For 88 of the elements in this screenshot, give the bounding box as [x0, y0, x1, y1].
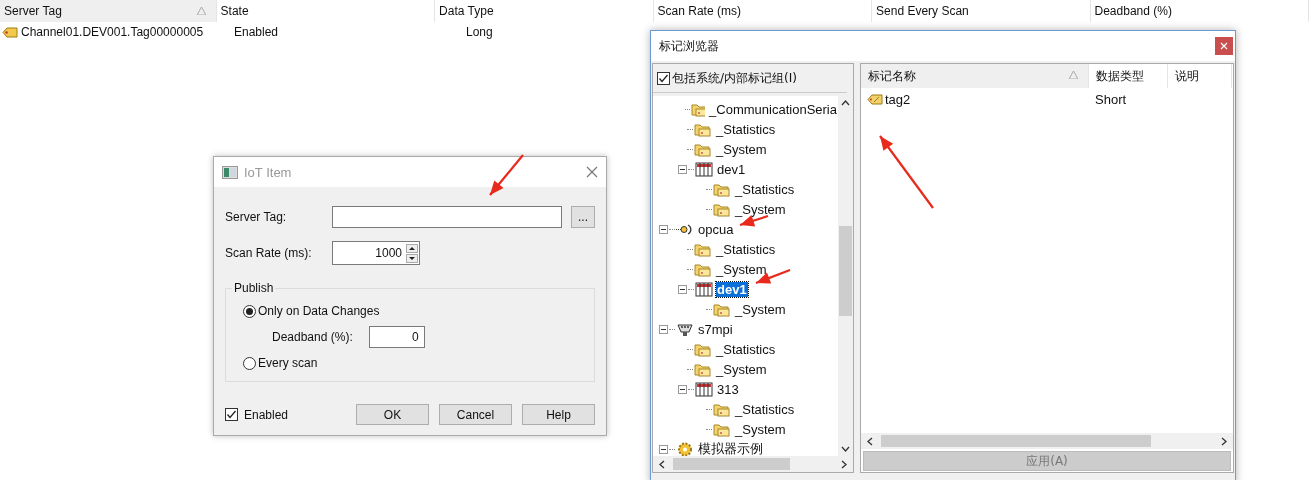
- browse-button[interactable]: ...: [571, 206, 595, 228]
- radio-label[interactable]: Every scan: [258, 356, 318, 370]
- folder-icon: [694, 361, 712, 377]
- folder-icon: [713, 421, 731, 437]
- tree-item[interactable]: _System: [715, 261, 768, 277]
- tree-item[interactable]: _System: [734, 421, 787, 437]
- up-arrow-icon[interactable]: [406, 243, 418, 253]
- down-arrow-icon[interactable]: [406, 253, 418, 263]
- table-cell-text: Long: [465, 24, 494, 41]
- collapse-icon[interactable]: [659, 224, 668, 234]
- table-cell-text: Enabled: [233, 24, 280, 41]
- annotation-arrow: [489, 154, 524, 196]
- column-header[interactable]: Data Type: [435, 0, 654, 22]
- scrollbar-thumb[interactable]: [839, 226, 852, 316]
- tree-item[interactable]: _System: [715, 361, 768, 377]
- scrollbar[interactable]: [861, 433, 1233, 449]
- tree-item[interactable]: s7mpi: [697, 321, 734, 337]
- column-header[interactable]: Deadband (%): [1090, 0, 1309, 22]
- collapse-icon[interactable]: [678, 384, 687, 394]
- close-icon[interactable]: [586, 166, 598, 178]
- tag-icon: [2, 26, 18, 38]
- checkbox[interactable]: [225, 408, 238, 421]
- deadband-field[interactable]: 0: [368, 326, 425, 348]
- tree-item[interactable]: _Statistics: [734, 181, 796, 197]
- checkbox-label[interactable]: Enabled: [244, 407, 289, 422]
- scan-rate-field[interactable]: 1000: [332, 241, 420, 265]
- collapse-icon[interactable]: [678, 284, 687, 294]
- folder-icon: [694, 241, 712, 257]
- collapse-icon[interactable]: [678, 164, 687, 174]
- column-header[interactable]: 说明: [1168, 64, 1232, 88]
- device-icon: [695, 161, 713, 177]
- column-header[interactable]: 数据类型: [1089, 64, 1168, 88]
- tree-item[interactable]: dev1: [716, 281, 748, 297]
- tree-item[interactable]: _Statistics: [715, 241, 777, 257]
- collapse-icon[interactable]: [659, 444, 668, 454]
- tree-item[interactable]: _Statistics: [715, 121, 777, 137]
- sort-icon: [196, 7, 206, 15]
- radio-button[interactable]: [243, 304, 256, 318]
- table-cell: Channel01.DEV001.Tag00000005: [0, 22, 230, 42]
- tree-item[interactable]: dev1: [716, 161, 747, 177]
- tree-item[interactable]: opcua: [697, 221, 735, 237]
- folder-icon: [713, 181, 731, 197]
- column-header[interactable]: Scan Rate (ms): [653, 0, 873, 22]
- scrollbar[interactable]: [838, 96, 853, 456]
- radio-label[interactable]: Only on Data Changes: [258, 304, 380, 318]
- field-label: Deadband (%):: [272, 330, 353, 344]
- column-header[interactable]: Server Tag: [0, 0, 217, 22]
- tree-item[interactable]: 313: [716, 381, 740, 397]
- table-cell: tag2: [861, 88, 1089, 110]
- folder-icon: [690, 101, 706, 117]
- tree-item[interactable]: 模拟器示例: [697, 440, 764, 456]
- table-cell-text: Short: [1094, 90, 1128, 109]
- window-title: IoT Item: [244, 164, 293, 180]
- column-header[interactable]: State: [216, 0, 436, 22]
- device-icon: [695, 281, 713, 297]
- tree-item[interactable]: _Statistics: [734, 401, 796, 417]
- tag-icon: [867, 93, 883, 105]
- folder-icon: [694, 341, 712, 357]
- sort-icon: [1069, 71, 1078, 79]
- dialog-button[interactable]: OK: [356, 404, 429, 425]
- tree-item[interactable]: _System: [734, 301, 787, 317]
- device-icon: [695, 381, 713, 397]
- folder-icon: [694, 261, 712, 277]
- folder-icon: [694, 141, 712, 157]
- folder-icon: [713, 201, 731, 217]
- folder-icon: [694, 121, 712, 137]
- folder-icon: [713, 301, 731, 317]
- checkbox[interactable]: [657, 71, 670, 85]
- radio-button[interactable]: [243, 356, 256, 370]
- close-button[interactable]: [1215, 37, 1233, 55]
- checkbox-label[interactable]: 包括系统/内部标记组(I): [672, 69, 797, 87]
- tree-item[interactable]: _CommunicationSeria: [708, 101, 838, 117]
- tree-item[interactable]: _System: [734, 201, 787, 217]
- column-header[interactable]: 标记名称: [861, 64, 1089, 88]
- group-title: Publish: [232, 281, 276, 295]
- window-title: 标记浏览器: [659, 37, 720, 55]
- window-icon: [222, 165, 238, 179]
- field-label: Server Tag:: [225, 210, 288, 224]
- field-label: Scan Rate (ms):: [225, 246, 313, 260]
- tree-item[interactable]: _Statistics: [715, 341, 777, 357]
- dialog-button[interactable]: Help: [522, 404, 595, 425]
- dialog-button[interactable]: Cancel: [439, 404, 512, 425]
- column-header[interactable]: Send Every Scan: [872, 0, 1091, 22]
- connector-icon: [676, 321, 694, 337]
- folder-icon: [713, 401, 731, 417]
- collapse-icon[interactable]: [659, 324, 668, 334]
- tree-item[interactable]: _System: [715, 141, 768, 157]
- server-tag-field[interactable]: [331, 206, 563, 228]
